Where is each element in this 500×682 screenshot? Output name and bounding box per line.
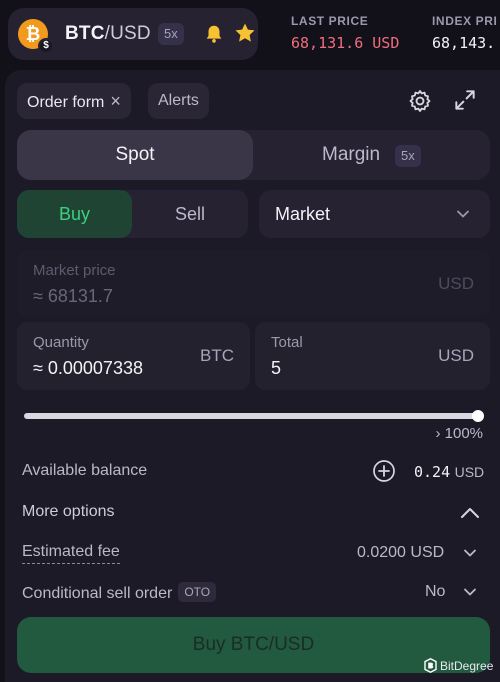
last-price-value: 68,131.6 USD	[291, 34, 400, 52]
oto-badge: OTO	[178, 582, 217, 602]
tab-spot[interactable]: Spot	[17, 130, 253, 180]
balance-value: 0.24	[414, 463, 451, 481]
available-balance-amount: 0.24 USD	[414, 463, 484, 482]
tab-order-form[interactable]: Order form ×	[17, 83, 131, 119]
quantity-field[interactable]: Quantity ≈ 0.00007338 BTC	[17, 322, 250, 390]
slider-percent: › 100%	[435, 425, 483, 442]
market-price-field: Market price ≈ 68131.7 USD	[17, 250, 490, 316]
watermark-text: BitDegree	[440, 659, 494, 673]
market-price-label: Market price	[33, 262, 116, 279]
last-price-stat: LAST PRICE 68,131.6 USD	[291, 14, 399, 52]
bitdegree-logo-icon	[424, 658, 437, 673]
estimated-fee-label[interactable]: Estimated fee	[22, 543, 120, 564]
leverage-badge: 5x	[158, 23, 184, 45]
estimated-fee-value: 0.0200 USD	[357, 544, 445, 561]
buy-tab[interactable]: Buy	[17, 190, 132, 238]
order-type-select[interactable]: Market	[259, 190, 490, 238]
index-price-stat: INDEX PRI 68,143.	[432, 14, 497, 52]
total-label: Total	[271, 334, 303, 351]
tab-order-form-label: Order form	[27, 94, 105, 111]
close-icon[interactable]: ×	[110, 91, 121, 111]
spot-margin-toggle: Spot Margin 5x	[17, 130, 490, 180]
tab-margin[interactable]: Margin	[322, 130, 380, 180]
slider-handle[interactable]	[472, 410, 484, 422]
conditional-sell-value[interactable]: No	[425, 583, 445, 601]
total-field[interactable]: Total 5 USD	[255, 322, 490, 390]
pair-quote: /USD	[104, 23, 151, 44]
usd-badge-icon: $	[38, 38, 54, 54]
balance-unit: USD	[454, 464, 485, 480]
market-header: ₿ $ BTC/USD 5x LAST PRICE 68,131.6 USD I…	[0, 0, 500, 68]
order-type-value: Market	[275, 204, 331, 224]
index-price-label: INDEX PRI	[432, 14, 498, 28]
available-balance-label: Available balance	[22, 462, 148, 479]
conditional-sell-label: Conditional sell order	[22, 585, 173, 602]
buy-submit-button[interactable]: Buy BTC/USD	[17, 617, 490, 673]
tab-alerts[interactable]: Alerts	[148, 83, 209, 119]
chevron-down-icon	[457, 210, 469, 218]
chevron-down-icon[interactable]	[463, 546, 477, 560]
index-price-value: 68,143.	[432, 34, 496, 52]
quantity-value[interactable]: ≈ 0.00007338	[33, 358, 143, 379]
star-icon[interactable]	[233, 21, 257, 45]
pair-selector[interactable]: ₿ $ BTC/USD 5x	[8, 8, 258, 60]
buy-sell-toggle: Buy Sell	[17, 190, 248, 238]
watermark: BitDegree	[424, 656, 493, 676]
total-value[interactable]: 5	[271, 358, 281, 379]
plus-circle-icon[interactable]	[372, 459, 396, 483]
gear-icon[interactable]	[407, 88, 433, 114]
more-options-toggle[interactable]: More options	[22, 503, 115, 521]
total-unit: USD	[438, 346, 474, 365]
chevron-up-icon[interactable]	[460, 505, 480, 521]
quantity-label: Quantity	[33, 334, 89, 351]
margin-leverage-badge: 5x	[395, 145, 421, 167]
pair-base: BTC	[65, 23, 105, 44]
pair-name: BTC/USD	[65, 23, 151, 45]
expand-icon[interactable]	[452, 87, 478, 113]
market-price-unit: USD	[438, 274, 474, 293]
conditional-sell-row: Conditional sell order OTO	[22, 582, 217, 603]
last-price-label: LAST PRICE	[291, 14, 369, 28]
chevron-down-icon[interactable]	[463, 585, 477, 599]
quantity-unit: BTC	[200, 346, 234, 365]
sell-tab[interactable]: Sell	[132, 190, 248, 238]
market-price-value: ≈ 68131.7	[33, 286, 113, 306]
tab-alerts-label: Alerts	[158, 92, 199, 109]
amount-slider[interactable]	[24, 413, 480, 419]
bell-icon[interactable]	[203, 22, 225, 46]
